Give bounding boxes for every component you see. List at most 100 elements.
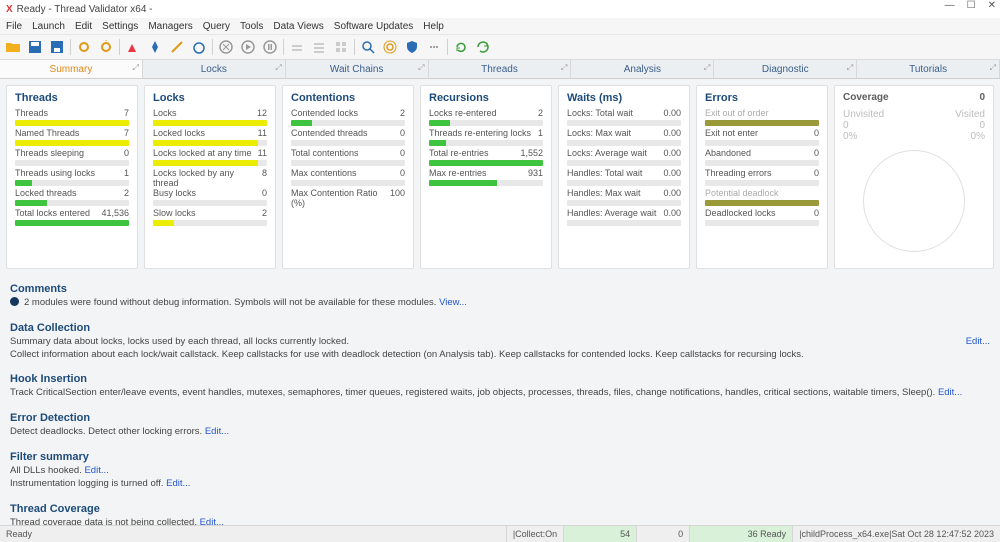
comments-view-link[interactable]: View... — [439, 297, 467, 308]
metric-value: 1,552 — [520, 148, 543, 158]
card-title: Recursions — [429, 92, 543, 104]
metric-bar — [15, 160, 129, 166]
metric-bar — [153, 120, 267, 126]
pin-icon[interactable] — [146, 38, 164, 56]
metric-label: Slow locks — [153, 208, 196, 218]
metric-row: Total re-entries1,552 — [429, 148, 543, 166]
pause-icon[interactable] — [261, 38, 279, 56]
menu-launch[interactable]: Launch — [32, 21, 65, 32]
metric-bar — [567, 140, 681, 146]
menu-tools[interactable]: Tools — [240, 21, 263, 32]
metric-value: 8 — [262, 168, 267, 188]
tab-wait-chains[interactable]: Wait Chains⤢ — [286, 60, 429, 78]
blocks-3-icon[interactable] — [332, 38, 350, 56]
status-n3: 36 Ready — [689, 526, 792, 542]
ed-edit-link[interactable]: Edit... — [205, 426, 229, 437]
card-title: Threads — [15, 92, 129, 104]
maximize-button[interactable]: ☐ — [967, 0, 976, 11]
metric-value: 0 — [400, 128, 405, 138]
card-contentions: Contentions Contended locks2Contended th… — [282, 85, 414, 269]
section-comments: Comments 2 modules were found without de… — [0, 275, 1000, 314]
section-title: Comments — [10, 283, 990, 295]
wand-icon[interactable] — [168, 38, 186, 56]
metric-bar — [567, 180, 681, 186]
metric-row: Abandoned0 — [705, 148, 819, 166]
menu-help[interactable]: Help — [423, 21, 444, 32]
play-icon[interactable] — [239, 38, 257, 56]
metric-value: 100 — [390, 188, 405, 208]
rocket-icon[interactable] — [124, 38, 142, 56]
metric-value: 0 — [814, 148, 819, 158]
refresh-all-icon[interactable] — [474, 38, 492, 56]
stop-icon[interactable] — [217, 38, 235, 56]
metric-value: 0 — [814, 208, 819, 218]
blocks-2-icon[interactable] — [310, 38, 328, 56]
pin-icon[interactable]: ⤢ — [132, 63, 138, 73]
blocks-1-icon[interactable] — [288, 38, 306, 56]
gear-down-icon[interactable] — [75, 38, 93, 56]
filter-body1: All DLLs hooked. — [10, 465, 82, 476]
close-button[interactable]: ✕ — [988, 0, 996, 11]
gear-icon[interactable] — [381, 38, 399, 56]
section-title: Filter summary — [10, 451, 990, 463]
menu-data-views[interactable]: Data Views — [273, 21, 323, 32]
metric-row: Named Threads7 — [15, 128, 129, 146]
metric-row: Locks re-entered2 — [429, 108, 543, 126]
summary-cards: Threads Threads7Named Threads7Threads sl… — [0, 79, 1000, 275]
card-title: Locks — [153, 92, 267, 104]
search-icon[interactable] — [359, 38, 377, 56]
metric-label: Contended locks — [291, 108, 358, 118]
pin-icon[interactable]: ⤢ — [561, 63, 567, 73]
metric-row: Locked threads2 — [15, 188, 129, 206]
filter-edit2-link[interactable]: Edit... — [166, 478, 190, 489]
hook-edit-link[interactable]: Edit... — [938, 387, 962, 398]
metric-value: 0 — [814, 128, 819, 138]
metric-bar — [15, 120, 129, 126]
filter-edit1-link[interactable]: Edit... — [84, 465, 108, 476]
pin-icon[interactable]: ⤢ — [847, 63, 853, 73]
menu-file[interactable]: File — [6, 21, 22, 32]
menu-settings[interactable]: Settings — [102, 21, 138, 32]
metric-bar — [429, 180, 543, 186]
tab-tutorials[interactable]: Tutorials⤢ — [857, 60, 1000, 78]
metric-bar — [705, 120, 819, 126]
metric-label: Total contentions — [291, 148, 359, 158]
pin-icon[interactable]: ⤢ — [275, 63, 281, 73]
shield-icon[interactable] — [403, 38, 421, 56]
menu-edit[interactable]: Edit — [75, 21, 92, 32]
menu-query[interactable]: Query — [203, 21, 230, 32]
metric-row: Contended locks2 — [291, 108, 405, 126]
metric-bar — [567, 160, 681, 166]
tab-locks[interactable]: Locks⤢ — [143, 60, 286, 78]
gear-up-icon[interactable] — [97, 38, 115, 56]
menu-managers[interactable]: Managers — [148, 21, 192, 32]
ed-body: Detect deadlocks. Detect other locking e… — [10, 426, 202, 437]
timer-icon[interactable] — [190, 38, 208, 56]
minimize-button[interactable]: — — [945, 0, 955, 11]
dots-icon[interactable] — [425, 38, 443, 56]
metric-row: Contended threads0 — [291, 128, 405, 146]
pin-icon[interactable]: ⤢ — [704, 63, 710, 73]
tab-summary[interactable]: Summary⤢ — [0, 60, 143, 78]
tab-threads[interactable]: Threads⤢ — [429, 60, 572, 78]
pin-icon[interactable]: ⤢ — [990, 63, 996, 73]
card-threads: Threads Threads7Named Threads7Threads sl… — [6, 85, 138, 269]
disk-icon[interactable] — [48, 38, 66, 56]
metric-value: 0.00 — [663, 168, 681, 178]
save-icon[interactable] — [26, 38, 44, 56]
metric-bar — [705, 220, 819, 226]
metric-value: 2 — [262, 208, 267, 218]
menu-software-updates[interactable]: Software Updates — [334, 21, 414, 32]
open-folder-icon[interactable] — [4, 38, 22, 56]
refresh-icon[interactable] — [452, 38, 470, 56]
metric-bar — [291, 140, 405, 146]
metric-value: 0.00 — [663, 148, 681, 158]
card-title: Errors — [705, 92, 819, 104]
tab-analysis[interactable]: Analysis⤢ — [571, 60, 714, 78]
dc-edit-link[interactable]: Edit... — [966, 336, 990, 349]
metric-row: Deadlocked locks0 — [705, 208, 819, 226]
tab-diagnostic[interactable]: Diagnostic⤢ — [714, 60, 857, 78]
pin-icon[interactable]: ⤢ — [418, 63, 424, 73]
metric-row: Slow locks 2 — [153, 208, 267, 226]
metric-label: Threads using locks — [15, 168, 95, 178]
